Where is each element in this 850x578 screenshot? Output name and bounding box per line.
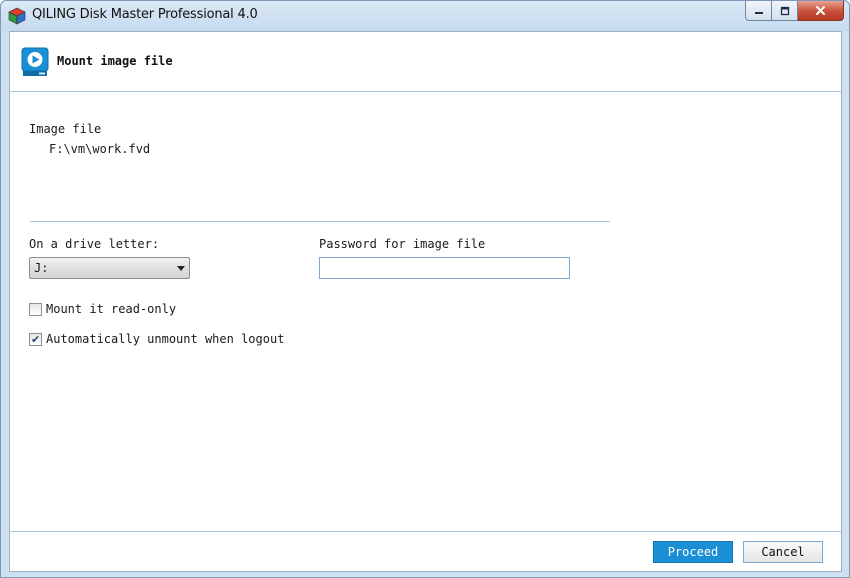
close-button[interactable] [798, 1, 844, 21]
drive-letter-label: On a drive letter: [29, 237, 160, 251]
app-cube-icon [8, 7, 26, 25]
window-title: QILING Disk Master Professional 4.0 [32, 7, 258, 22]
play-disk-icon [21, 47, 49, 76]
checkmark-icon: ✔ [31, 332, 41, 346]
section-divider [30, 221, 610, 222]
read-only-label: Mount it read-only [46, 302, 177, 316]
cancel-button[interactable]: Cancel [743, 541, 823, 563]
dialog-body: Mount image file Image file F:\vm\work.f… [9, 31, 842, 572]
proceed-button[interactable]: Proceed [653, 541, 733, 563]
dialog-title: Mount image file [57, 54, 173, 68]
maximize-icon [780, 6, 789, 15]
window-controls [745, 1, 844, 21]
drive-letter-select[interactable]: J: [29, 257, 190, 279]
drive-letter-value: J: [34, 261, 49, 275]
auto-unmount-label: Automatically unmount when logout [46, 332, 285, 346]
auto-unmount-checkbox[interactable]: ✔ [29, 332, 42, 346]
password-label: Password for image file [319, 237, 486, 251]
minimize-icon [754, 11, 763, 14]
read-only-option[interactable]: Mount it read-only [29, 302, 176, 316]
read-only-checkbox[interactable] [29, 302, 42, 316]
app-window: QILING Disk Master Professional 4.0 Moun… [0, 0, 850, 578]
title-bar[interactable]: QILING Disk Master Professional 4.0 [1, 1, 849, 31]
chevron-down-icon [177, 266, 185, 271]
close-icon [816, 6, 825, 15]
maximize-button[interactable] [772, 1, 798, 21]
image-file-path: F:\vm\work.fvd [49, 142, 151, 156]
dialog-header: Mount image file [10, 32, 841, 92]
footer-divider [10, 531, 841, 532]
image-file-label: Image file [29, 122, 102, 136]
password-input[interactable] [319, 257, 570, 279]
minimize-button[interactable] [745, 1, 772, 21]
auto-unmount-option[interactable]: ✔ Automatically unmount when logout [29, 332, 284, 346]
